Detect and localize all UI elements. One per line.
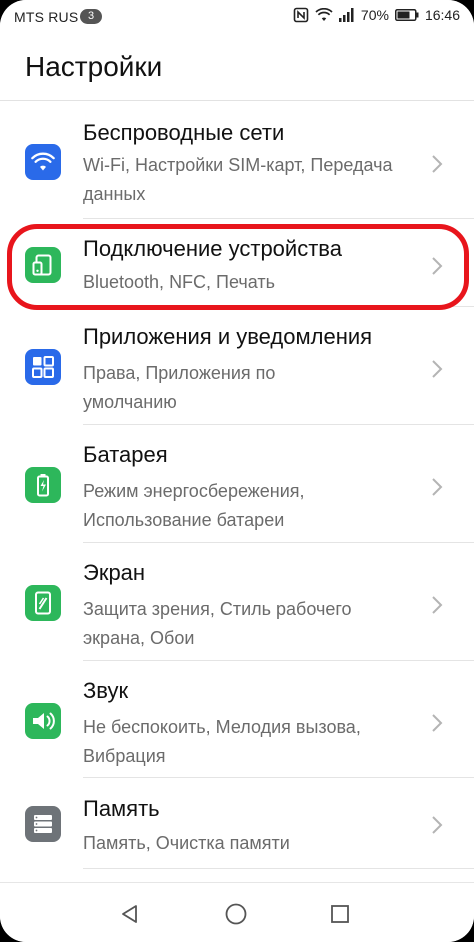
settings-screen: MTS RUS 3 70% 16:46 Настройки Беспроводн…: [0, 0, 474, 942]
settings-item-sound[interactable]: Звук Не беспокоить, Мелодия вызова, Вибр…: [0, 661, 474, 778]
chevron-right-icon: [432, 478, 443, 496]
display-icon: [25, 585, 61, 621]
chevron-right-icon: [432, 360, 443, 378]
signal-icon: [338, 8, 355, 22]
settings-item-subtitle: Wi-Fi, Настройки SIM-карт, Передача данн…: [83, 155, 393, 204]
item-divider: [83, 868, 474, 869]
settings-item-title: Звук: [83, 678, 129, 703]
settings-item-title: Беспроводные сети: [83, 120, 285, 145]
settings-item-subtitle: Память, Очистка памяти: [83, 833, 290, 853]
sim-badge: 3: [80, 9, 102, 24]
settings-item-display[interactable]: Экран Защита зрения, Стиль рабочего экра…: [0, 543, 474, 661]
wifi-icon: [315, 8, 333, 22]
battery-icon: [25, 467, 61, 503]
battery-percent: 70%: [360, 7, 389, 23]
chevron-right-icon: [432, 596, 443, 614]
back-icon[interactable]: [115, 899, 145, 929]
settings-item-title: Экран: [83, 560, 146, 585]
speaker-icon: [25, 703, 61, 739]
chevron-right-icon: [432, 714, 443, 732]
carrier-name: MTS RUS: [14, 9, 79, 25]
home-icon[interactable]: [221, 899, 251, 929]
battery-icon: [394, 9, 419, 21]
settings-item-title: Память: [83, 796, 160, 821]
status-bar: MTS RUS 3 70% 16:46: [0, 0, 474, 34]
settings-item-battery[interactable]: Батарея Режим энергосбережения, Использо…: [0, 425, 474, 543]
chevron-right-icon: [432, 816, 443, 834]
status-indicators: 70% 16:46: [293, 7, 460, 23]
highlight-annotation: [7, 224, 469, 310]
nfc-icon: [293, 7, 309, 23]
page-title: Настройки: [25, 51, 163, 82]
settings-item-subtitle: Режим энергосбережения, Использование ба…: [83, 481, 305, 530]
storage-icon: [25, 806, 61, 842]
chevron-right-icon: [432, 155, 443, 173]
settings-item-apps[interactable]: Приложения и уведомления Права, Приложен…: [0, 307, 474, 425]
settings-item-title: Приложения и уведомления: [83, 324, 373, 349]
settings-item-storage[interactable]: Память Память, Очистка памяти: [0, 778, 474, 869]
settings-item-subtitle: Не беспокоить, Мелодия вызова, Вибрация: [83, 717, 361, 766]
recents-icon[interactable]: [325, 899, 355, 929]
settings-item-subtitle: Защита зрения, Стиль рабочего экрана, Об…: [83, 599, 352, 648]
wifi-icon: [25, 144, 61, 180]
navigation-bar: [0, 882, 474, 942]
settings-item-subtitle: Права, Приложения по умолчанию: [83, 363, 276, 412]
clock: 16:46: [424, 7, 460, 23]
settings-item-wireless[interactable]: Беспроводные сети Wi-Fi, Настройки SIM-к…: [0, 101, 474, 219]
apps-grid-icon: [25, 349, 61, 385]
settings-item-title: Батарея: [83, 442, 168, 467]
